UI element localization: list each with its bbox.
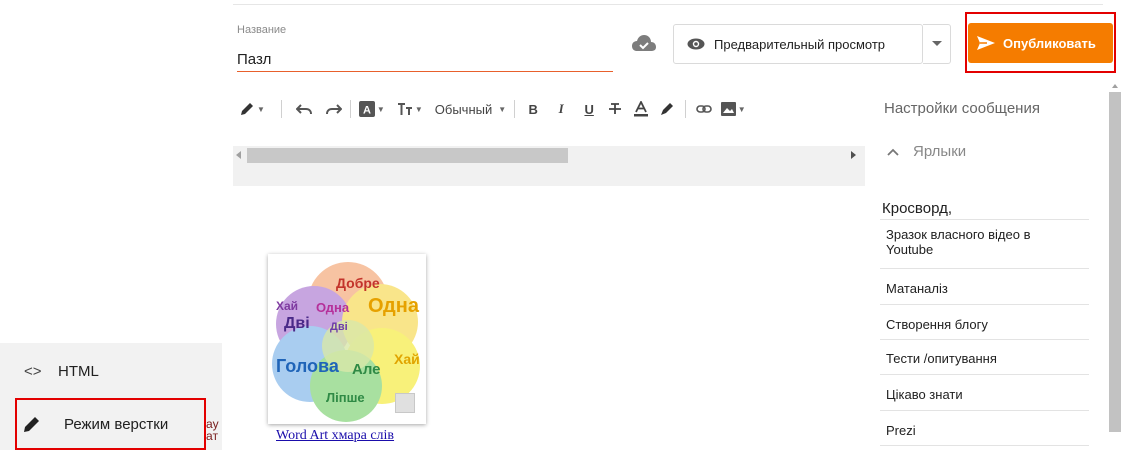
divider: [880, 374, 1089, 375]
labels-section-toggle[interactable]: Ярлыки: [887, 143, 966, 160]
strikethrough-icon: [609, 103, 622, 114]
label-suggestion[interactable]: Prezi: [886, 423, 1066, 438]
italic-icon: I: [558, 101, 564, 116]
pen-icon: [241, 103, 253, 115]
label-suggestion[interactable]: Зразок власного відео в Youtube: [886, 227, 1066, 257]
toolbar-separator: [685, 100, 687, 118]
labels-heading: Ярлыки: [913, 143, 967, 160]
link-icon: [696, 105, 712, 113]
font-size-icon: [397, 103, 412, 115]
divider: [880, 268, 1089, 269]
divider: [880, 304, 1089, 305]
header-divider: [233, 4, 1103, 5]
text-style-button[interactable]: A ▼: [358, 97, 385, 121]
divider: [880, 219, 1089, 220]
highlight-icon: [661, 103, 674, 115]
label-suggestion[interactable]: Тести /опитування: [886, 351, 1066, 366]
underline-icon: U: [584, 101, 594, 117]
compose-mode-label: Режим верстки: [64, 415, 169, 433]
eye-icon: [687, 38, 705, 50]
scroll-up-arrow-icon[interactable]: [1112, 84, 1118, 88]
editor-top-band: [233, 166, 865, 186]
divider: [880, 339, 1089, 340]
undo-icon: [295, 104, 312, 115]
cloud-save-icon: [631, 34, 657, 54]
strikethrough-button[interactable]: [605, 97, 625, 121]
settings-vertical-scrollbar[interactable]: [1109, 92, 1121, 432]
insert-image-button[interactable]: ▼: [720, 97, 746, 121]
html-mode-label: HTML: [58, 362, 99, 380]
italic-button[interactable]: I: [551, 97, 571, 121]
art-word-4: Хай: [276, 299, 298, 313]
horizontal-scroll-thumb[interactable]: [247, 148, 568, 163]
text-color-icon: [634, 101, 649, 117]
label-suggestion[interactable]: Цікаво знати: [886, 387, 1066, 402]
undo-button[interactable]: [295, 97, 312, 121]
clipped-text-fragment: ay aт: [206, 417, 219, 443]
scroll-left-arrow-icon[interactable]: [236, 151, 241, 159]
labels-input[interactable]: Кросворд,: [882, 200, 952, 217]
art-word-1: Добре: [336, 275, 380, 291]
paragraph-format-label: Обычный: [434, 101, 493, 117]
svg-text:A: A: [363, 105, 371, 117]
send-icon: [977, 36, 995, 50]
html-mode-item[interactable]: <> HTML: [0, 343, 222, 399]
redo-icon: [325, 104, 342, 115]
art-word-3: Одна: [368, 295, 420, 317]
label-suggestion[interactable]: Створення блогу: [886, 317, 1066, 332]
redo-button[interactable]: [325, 97, 342, 121]
bold-icon: B: [528, 101, 538, 117]
art-word-2: Одна: [316, 300, 350, 315]
pen-tool-button[interactable]: ▼: [239, 97, 265, 121]
toolbar-separator: [280, 100, 282, 118]
publish-label: Опубликовать: [1003, 35, 1096, 51]
underline-button[interactable]: U: [579, 97, 599, 121]
toolbar-separator: [514, 100, 516, 118]
scroll-right-arrow-icon[interactable]: [851, 151, 856, 159]
chevron-down-icon: [931, 41, 942, 46]
divider: [880, 445, 1089, 446]
post-settings-title: Настройки сообщения: [884, 100, 1040, 117]
divider: [880, 410, 1089, 411]
paragraph-format-dropdown[interactable]: Обычный ▼: [435, 97, 506, 121]
code-icon: <>: [24, 362, 42, 380]
art-word-6: Дві: [330, 321, 348, 333]
art-word-10: Лiпше: [326, 390, 365, 405]
art-word-9: Але: [352, 361, 381, 378]
font-size-button[interactable]: ▼: [397, 97, 423, 121]
image-icon: [720, 102, 736, 116]
label-suggestion[interactable]: Матаналіз: [886, 281, 1066, 296]
preview-label: Предварительный просмотр: [714, 36, 886, 52]
post-title-input[interactable]: [237, 47, 613, 72]
preview-dropdown-button[interactable]: [923, 24, 951, 64]
art-word-5: Дві: [284, 315, 310, 332]
art-word-8: Голова: [276, 356, 340, 376]
highlight-button[interactable]: [657, 97, 677, 121]
pencil-icon: [24, 417, 39, 432]
toolbar-separator: [349, 100, 351, 118]
image-caption-link[interactable]: Word Art хмара слів: [276, 428, 394, 444]
editor-toolbar: ▼ A ▼ ▼ Обычный ▼ B I U ▼: [233, 94, 865, 124]
chevron-up-icon: [887, 148, 899, 156]
publish-button[interactable]: Опубликовать: [968, 23, 1113, 63]
art-word-7: Хай: [394, 351, 420, 367]
bold-button[interactable]: B: [523, 97, 543, 121]
title-field-label: Название: [237, 24, 287, 36]
text-style-icon: A: [358, 101, 375, 117]
preview-button[interactable]: Предварительный просмотр: [673, 24, 923, 64]
compose-mode-item[interactable]: Режим верстки: [15, 398, 206, 450]
text-color-button[interactable]: [631, 97, 651, 121]
link-button[interactable]: [694, 97, 714, 121]
image-select-checkbox[interactable]: [395, 393, 415, 413]
